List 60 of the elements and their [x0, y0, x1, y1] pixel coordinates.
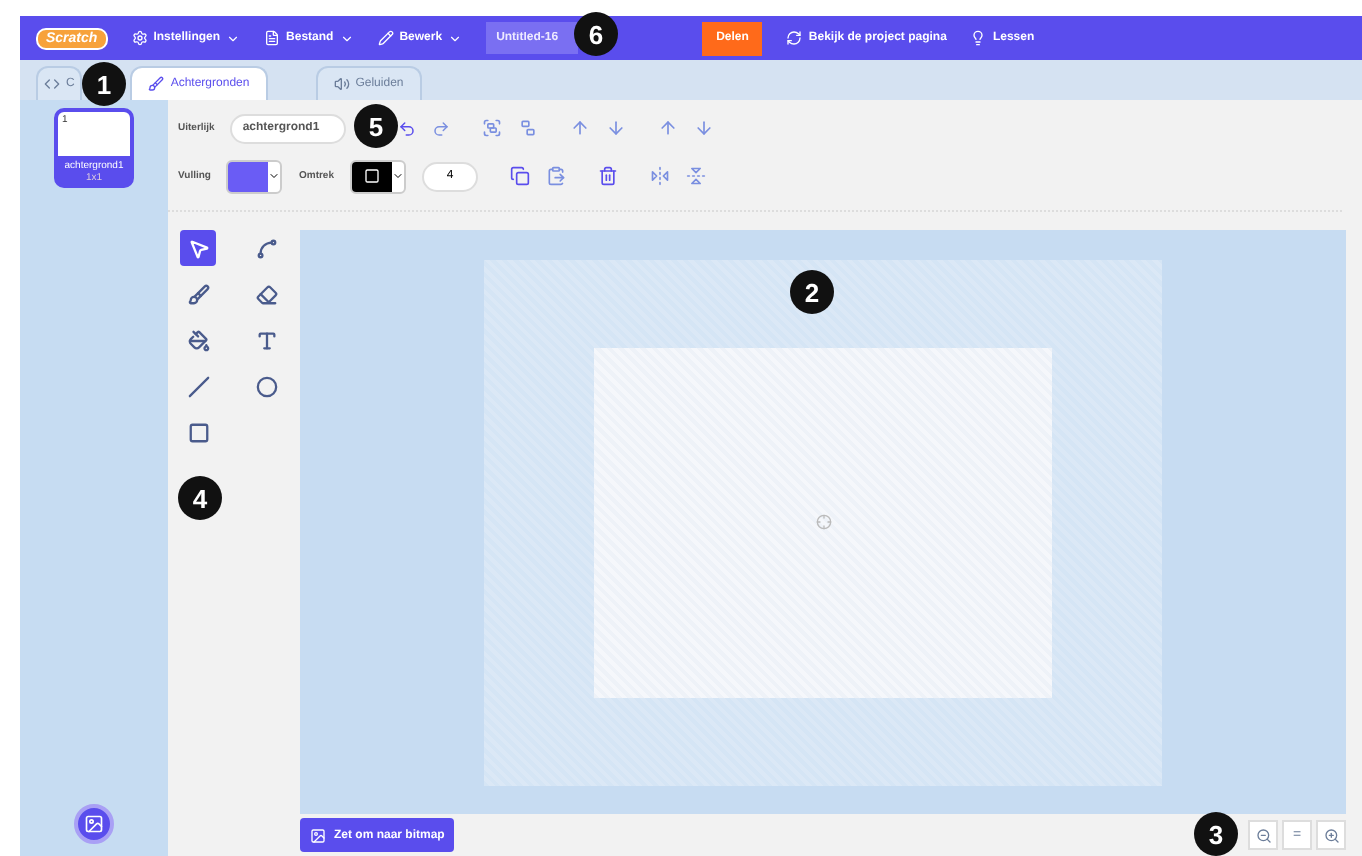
zoom-out-icon: [1255, 827, 1271, 843]
select-tool[interactable]: [180, 230, 216, 266]
flip-vertical-button[interactable]: [686, 166, 706, 186]
pointer-icon: [187, 237, 209, 259]
flip-vertical-icon: [686, 166, 706, 186]
lightbulb-icon: [970, 30, 987, 46]
delete-button[interactable]: [598, 166, 618, 186]
refresh-icon: [786, 30, 803, 46]
image-icon: [84, 814, 104, 834]
ungroup-icon: [518, 118, 539, 138]
caret-icon: [226, 31, 241, 45]
copy-icon: [510, 166, 530, 186]
line-icon: [187, 375, 209, 397]
curve-icon: [255, 237, 277, 259]
brush-icon: [148, 76, 165, 92]
undo-icon: [398, 119, 417, 137]
caret-icon: [392, 170, 404, 182]
square-icon: [187, 421, 209, 443]
arrow-up-icon: [658, 118, 679, 138]
file-icon: [264, 30, 281, 46]
brush-icon: [187, 283, 209, 305]
group-icon: [482, 118, 503, 138]
paste-icon: [546, 166, 566, 186]
flip-horizontal-button[interactable]: [650, 166, 670, 186]
arrow-down-icon: [606, 118, 627, 138]
square-icon: [364, 168, 380, 184]
flip-horizontal-icon: [650, 166, 670, 186]
ungroup-button[interactable]: [518, 118, 539, 138]
fill-color-picker[interactable]: [226, 159, 283, 193]
redo-icon: [432, 119, 451, 137]
crosshair-icon: [815, 514, 831, 530]
zoom-out-button[interactable]: [1248, 820, 1278, 850]
zoom-in-icon: [1323, 827, 1339, 843]
code-icon: [44, 76, 60, 92]
undo-button[interactable]: [398, 119, 417, 137]
paste-button[interactable]: [546, 166, 566, 186]
group-button[interactable]: [482, 118, 503, 138]
pencil-icon: [377, 30, 394, 46]
circle-icon: [255, 375, 277, 397]
caret-icon: [268, 170, 281, 182]
arrow-up-icon: [570, 118, 591, 138]
text-icon: [255, 329, 277, 351]
back-button[interactable]: [694, 118, 715, 138]
image-icon: [310, 827, 326, 843]
forward-button[interactable]: [570, 118, 591, 138]
eraser-icon: [255, 283, 277, 305]
add-backdrop-button[interactable]: [74, 804, 114, 844]
arrow-down-icon: [694, 118, 715, 138]
paint-bucket-icon: [187, 329, 209, 351]
redo-button[interactable]: [432, 119, 451, 137]
backward-button[interactable]: [606, 118, 627, 138]
outline-color-picker[interactable]: [350, 159, 406, 193]
caret-icon: [448, 31, 463, 45]
trash-icon: [598, 166, 618, 186]
caret-icon: [339, 31, 354, 45]
front-button[interactable]: [658, 118, 679, 138]
settings-icon: [131, 30, 148, 46]
zoom-in-button[interactable]: [1316, 820, 1346, 850]
speaker-icon: [333, 76, 350, 92]
copy-button[interactable]: [510, 166, 530, 186]
